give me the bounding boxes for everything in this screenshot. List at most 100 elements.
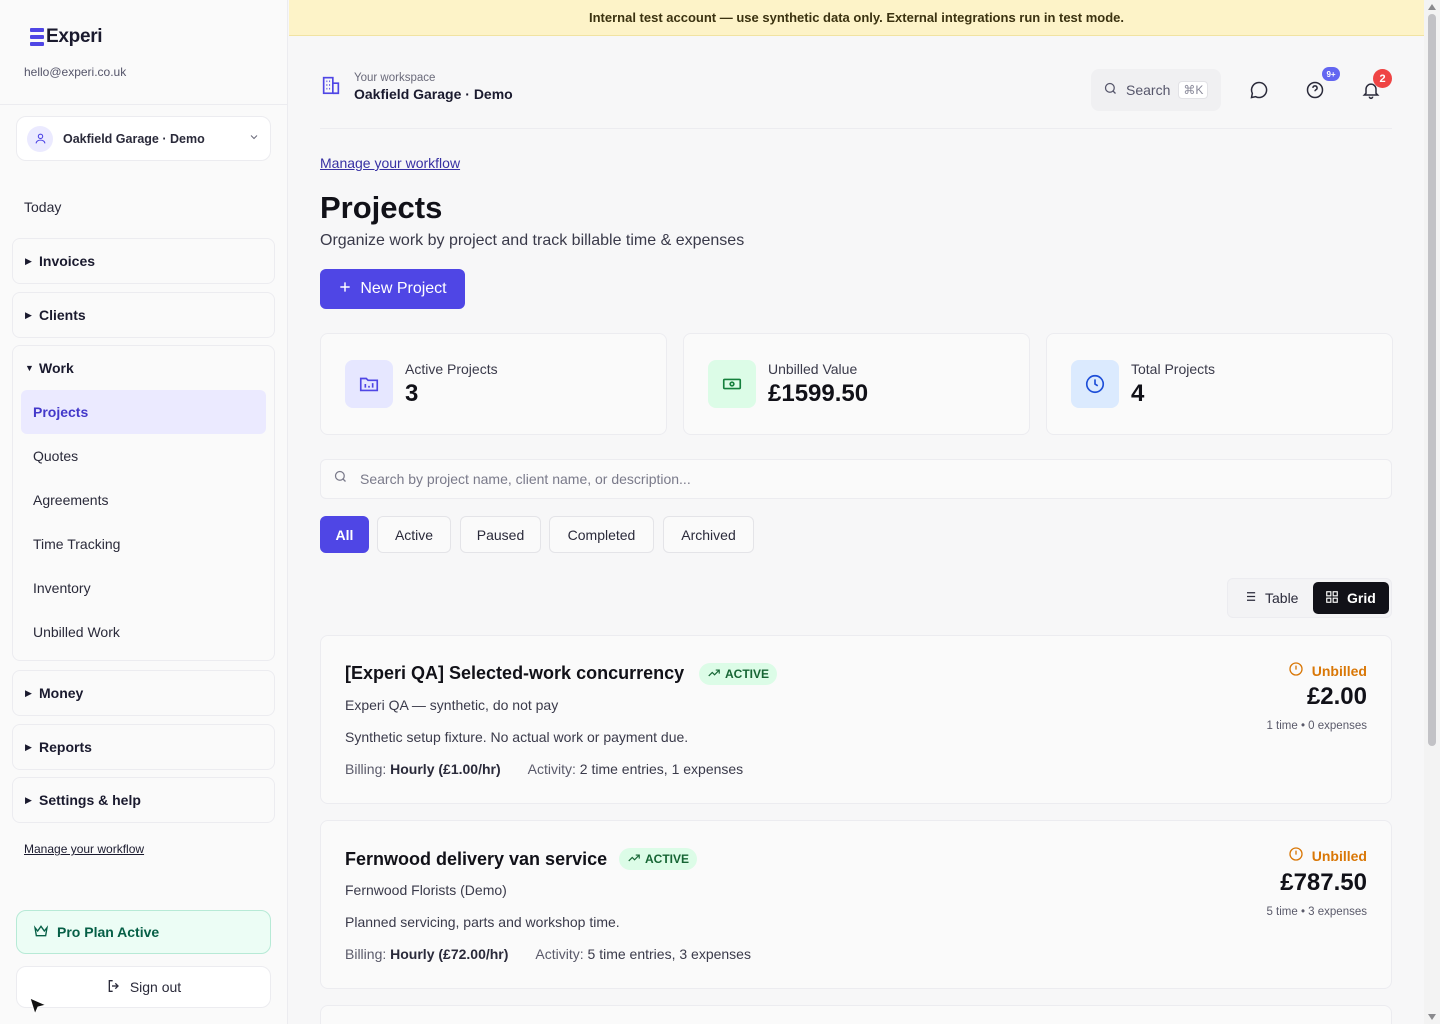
logo-icon — [30, 28, 44, 46]
scrollbar-thumb[interactable] — [1428, 14, 1436, 746]
search-label: Search — [1126, 82, 1171, 98]
sidebar-divider — [0, 104, 287, 105]
pro-plan-status[interactable]: Pro Plan Active — [16, 910, 271, 954]
brand-name: Experi — [46, 26, 103, 47]
global-search-button[interactable]: Search ⌘K — [1091, 69, 1221, 111]
sign-out-icon — [106, 978, 122, 997]
sidebar-item-unbilled-work[interactable]: Unbilled Work — [13, 610, 274, 654]
sidebar-item-quotes[interactable]: Quotes — [13, 434, 274, 478]
filter-all[interactable]: All — [320, 516, 369, 553]
manage-workflow-link[interactable]: Manage your workflow — [24, 842, 144, 856]
sidebar-item-time-tracking[interactable]: Time Tracking — [13, 522, 274, 566]
unbilled-label: Unbilled — [1311, 847, 1367, 864]
sidebar: Experi hello@experi.co.uk Oakfield Garag… — [0, 0, 288, 1024]
project-client: Experi QA — synthetic, do not pay — [345, 697, 559, 713]
alert-circle-icon — [1288, 846, 1304, 865]
banknote-icon — [708, 360, 756, 408]
workspace-label: Your workspace — [354, 72, 436, 84]
page-scrollbar[interactable] — [1424, 0, 1440, 1024]
test-account-banner: Internal test account — use synthetic da… — [289, 0, 1424, 36]
mouse-cursor-icon — [28, 996, 48, 1021]
list-icon — [1242, 589, 1257, 607]
scroll-down-icon[interactable] — [1428, 1014, 1436, 1020]
activity-label: Activity: — [527, 761, 576, 777]
new-project-label: New Project — [360, 280, 447, 297]
help-icon[interactable] — [1303, 78, 1327, 102]
stat-value: 4 — [1131, 380, 1145, 407]
new-project-button[interactable]: New Project — [320, 269, 465, 309]
status-badge-label: ACTIVE — [645, 852, 690, 866]
activity-value: 2 time entries, 1 expenses — [579, 761, 744, 777]
nav-group-work-toggle[interactable]: ▼ Work — [13, 346, 274, 390]
nav-group-settings[interactable]: ▶ Settings & help — [12, 777, 275, 823]
caret-right-icon: ▶ — [25, 741, 32, 752]
unbilled-status: Unbilled — [1288, 661, 1367, 680]
status-badge: ACTIVE — [699, 663, 778, 685]
table-view-label: Table — [1265, 590, 1299, 606]
caret-right-icon: ▶ — [25, 794, 32, 805]
header-divider — [320, 128, 1392, 129]
page-subtitle: Organize work by project and track billa… — [320, 232, 745, 249]
project-card[interactable]: [Experi QA] Selected-work concurrency AC… — [320, 635, 1392, 804]
sidebar-item-projects[interactable]: Projects — [21, 390, 266, 434]
sidebar-item-agreements[interactable]: Agreements — [13, 478, 274, 522]
stat-label: Unbilled Value — [768, 361, 858, 377]
billing-label: Billing: — [345, 761, 387, 777]
nav-group-label: Money — [39, 685, 84, 701]
workspace-name: Oakfield Garage · Demo — [354, 86, 513, 102]
activity-label: Activity: — [535, 946, 584, 962]
nav-group-invoices[interactable]: ▶ Invoices — [12, 238, 275, 284]
project-title[interactable]: [Experi QA] Selected-work concurrency — [345, 663, 684, 684]
project-search-input[interactable] — [360, 471, 1260, 487]
filter-active[interactable]: Active — [377, 516, 451, 553]
sidebar-item-inventory[interactable]: Inventory — [13, 566, 274, 610]
project-title[interactable]: Fernwood delivery van service — [345, 849, 607, 870]
manage-workflow-breadcrumb[interactable]: Manage your workflow — [320, 155, 460, 171]
sign-out-label: Sign out — [129, 979, 182, 995]
workspace-switcher[interactable]: Oakfield Garage · Demo — [16, 116, 271, 161]
caret-right-icon: ▶ — [25, 255, 32, 266]
trending-up-icon — [627, 851, 641, 868]
help-badge: 9+ — [1322, 67, 1340, 81]
building-icon — [320, 74, 342, 101]
sign-out-button[interactable]: Sign out — [16, 966, 271, 1008]
stat-card-total-projects: Total Projects 4 — [1046, 333, 1393, 435]
nav-group-label: Settings & help — [39, 792, 141, 808]
unbilled-amount: £787.50 — [1280, 869, 1367, 896]
search-icon — [1103, 81, 1118, 99]
view-toggle: Table Grid — [1227, 578, 1392, 618]
chat-icon[interactable] — [1247, 78, 1271, 102]
scroll-up-icon[interactable] — [1428, 4, 1436, 10]
stat-value: £1599.50 — [768, 380, 869, 407]
nav-group-label: Invoices — [39, 253, 96, 269]
nav-group-clients[interactable]: ▶ Clients — [12, 292, 275, 338]
project-meta: Billing: Hourly (£72.00/hr) Activity: 5 … — [345, 946, 751, 962]
chevron-down-icon — [248, 130, 260, 148]
filter-paused[interactable]: Paused — [460, 516, 541, 553]
sidebar-item-today[interactable]: Today — [24, 199, 61, 215]
page-title: Projects — [320, 190, 443, 225]
nav-group-money[interactable]: ▶ Money — [12, 670, 275, 716]
status-badge: ACTIVE — [619, 848, 698, 870]
nav-group-label: Reports — [39, 739, 92, 755]
unbilled-breakdown: 1 time • 0 expenses — [1266, 720, 1367, 732]
nav-group-reports[interactable]: ▶ Reports — [12, 724, 275, 770]
crown-icon — [33, 923, 49, 942]
filter-archived[interactable]: Archived — [663, 516, 754, 553]
stat-label: Total Projects — [1131, 361, 1216, 377]
pro-plan-label: Pro Plan Active — [57, 924, 160, 940]
grid-view-button[interactable]: Grid — [1313, 582, 1389, 614]
caret-right-icon: ▶ — [25, 687, 32, 698]
table-view-button[interactable]: Table — [1242, 582, 1298, 614]
caret-down-icon: ▼ — [25, 363, 34, 373]
project-description: Synthetic setup fixture. No actual work … — [345, 729, 689, 745]
project-client: Fernwood Florists (Demo) — [345, 882, 507, 898]
project-meta: Billing: Hourly (£1.00/hr) Activity: 2 t… — [345, 761, 743, 777]
grid-icon — [1325, 590, 1339, 607]
brand-logo[interactable]: Experi — [30, 26, 103, 48]
project-card[interactable] — [320, 1005, 1392, 1024]
project-card[interactable]: Fernwood delivery van service ACTIVE Fer… — [320, 820, 1392, 989]
plus-icon — [338, 280, 352, 299]
grid-view-label: Grid — [1347, 590, 1376, 606]
filter-completed[interactable]: Completed — [549, 516, 654, 553]
